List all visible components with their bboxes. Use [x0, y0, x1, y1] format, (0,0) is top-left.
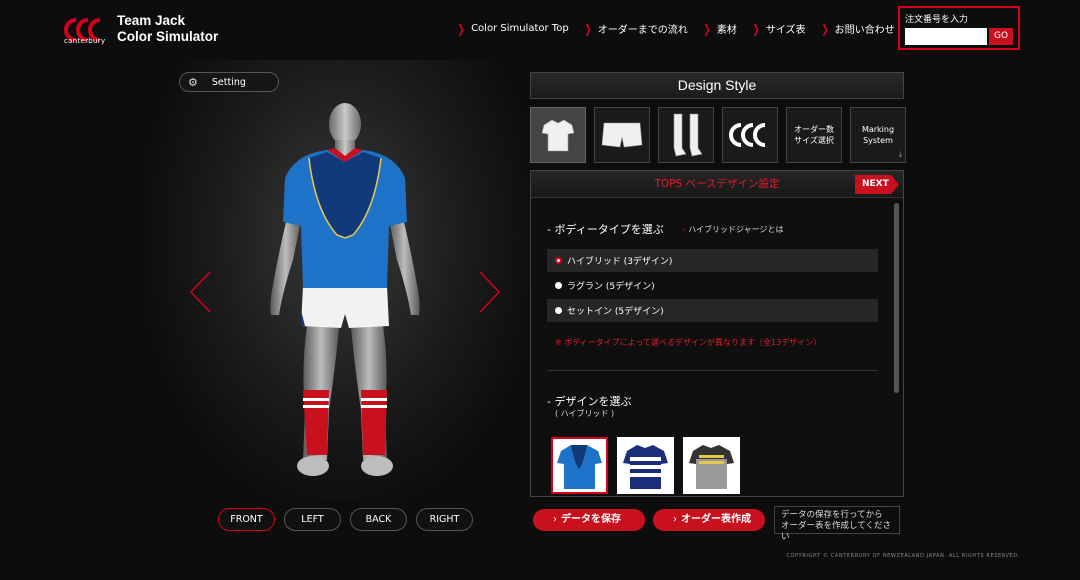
tile-logo[interactable]: [722, 107, 778, 163]
app-title-line2: Color Simulator: [117, 29, 219, 44]
order-number-input[interactable]: [905, 28, 987, 45]
save-note-text: データの保存を行ってから オーダー表を作成してください: [781, 510, 891, 542]
player-model-preview: [270, 103, 420, 476]
create-order-label: オーダー表作成: [681, 514, 751, 525]
player-right-arm: [389, 210, 420, 315]
canterbury-logo-icon: [729, 123, 766, 147]
shirt-icon: [541, 119, 575, 152]
gear-icon: ⚙: [188, 75, 198, 89]
player-left-sock-stripe: [303, 398, 329, 401]
option-set-in[interactable]: セットイン (5デザイン): [547, 299, 878, 322]
shorts-icon: [601, 122, 643, 148]
nav-color-simulator-top[interactable]: ❯ Color Simulator Top: [456, 21, 569, 36]
top-nav: ❯ Color Simulator Top ❯ オーダーまでの流れ ❯ 素材 ❯ サイズ…: [456, 21, 909, 37]
app-title: Team Jack Color Simulator: [117, 13, 218, 45]
brand-name: canterbury: [64, 37, 106, 45]
chevron-right-icon: ›: [553, 514, 557, 525]
body-type-note: ※ ボディータイプによって選べるデザインが異なります（全13デザイン）: [555, 338, 822, 347]
chevron-right-icon: ❯: [821, 21, 829, 36]
tile-marking-label: Marking System: [861, 125, 895, 145]
chevron-right-icon: ❯: [457, 21, 465, 36]
option-hybrid[interactable]: ハイブリッド (3デザイン): [547, 249, 878, 272]
section-divider: [547, 370, 878, 371]
view-back-button[interactable]: BACK: [350, 508, 407, 531]
category-tiles: オーダー数 サイズ選択 Marking System ⤓: [530, 107, 906, 163]
chevron-right-icon: ❯: [703, 21, 711, 36]
setting-button[interactable]: ⚙ Setting: [179, 72, 279, 92]
tile-marking-system[interactable]: Marking System ⤓: [850, 107, 906, 163]
order-number-label: 注文番号を入力: [905, 15, 969, 25]
option-label: セットイン (5デザイン): [567, 307, 664, 317]
nav-label: 素材: [716, 25, 737, 36]
player-head: [329, 103, 361, 145]
tile-shorts[interactable]: [594, 107, 650, 163]
chevron-right-icon: ❯: [752, 21, 760, 36]
jersey-design-2-icon: [623, 445, 668, 489]
chevron-right-icon: ❯: [584, 21, 592, 36]
player-left-arm: [270, 210, 301, 315]
nav-label: Color Simulator Top: [471, 23, 569, 34]
option-raglan[interactable]: ラグラン (5デザイン): [547, 274, 878, 297]
design-thumb-3[interactable]: [683, 437, 740, 494]
tile-tops[interactable]: [530, 107, 586, 163]
hybrid-jersey-link[interactable]: › ハイブリッドジャージとは: [682, 224, 783, 235]
nav-material[interactable]: ❯ 素材: [702, 21, 737, 37]
jersey-design-1-icon: [557, 445, 602, 489]
save-note: データの保存を行ってから オーダー表を作成してください: [774, 506, 900, 542]
chevron-right-icon: ›: [682, 225, 686, 234]
next-button[interactable]: NEXT: [855, 175, 899, 194]
panel-scrollbar[interactable]: [894, 203, 899, 393]
rotate-right-arrow-icon[interactable]: [478, 270, 502, 314]
design-thumbnails: [551, 437, 740, 494]
save-data-label: データを保存: [561, 514, 621, 525]
panel-title: TOPS ベースデザイン設定: [654, 178, 780, 190]
player-right-sock-stripe: [361, 398, 387, 401]
jersey-design-3-icon: [689, 445, 734, 489]
hybrid-jersey-link-label: ハイブリッドジャージとは: [688, 225, 784, 234]
go-button[interactable]: GO: [989, 28, 1013, 45]
socks-icon: [673, 113, 703, 157]
order-number-box: 注文番号を入力 GO: [898, 6, 1020, 50]
radio-selected-icon[interactable]: [555, 257, 562, 264]
player-right-sock-stripe: [361, 405, 387, 408]
copyright: COPYRIGHT © CANTERBURY OF NEWZEALAND JAP…: [786, 553, 1020, 559]
nav-label: サイズ表: [765, 25, 806, 36]
radio-icon[interactable]: [555, 282, 562, 289]
design-select-title: - デザインを選ぶ: [547, 395, 632, 408]
design-style-header: Design Style: [530, 72, 904, 99]
radio-icon[interactable]: [555, 307, 562, 314]
nav-size-chart[interactable]: ❯ サイズ表: [751, 21, 806, 37]
view-front-button[interactable]: FRONT: [218, 508, 275, 531]
rotate-left-arrow-icon[interactable]: [188, 270, 212, 314]
tops-design-panel: TOPS ベースデザイン設定 NEXT - ボディータイプを選ぶ › ハイブリッド…: [530, 170, 904, 497]
panel-header: TOPS ベースデザイン設定 NEXT: [531, 171, 903, 198]
design-thumb-1[interactable]: [551, 437, 608, 494]
design-thumb-2[interactable]: [617, 437, 674, 494]
app-title-line1: Team Jack: [117, 13, 186, 28]
save-data-button[interactable]: › データを保存: [533, 509, 645, 531]
option-label: ハイブリッド (3デザイン): [567, 257, 673, 267]
create-order-sheet-button[interactable]: › オーダー表作成: [653, 509, 765, 531]
player-right-boot: [361, 456, 393, 476]
player-shorts: [301, 286, 389, 328]
view-left-button[interactable]: LEFT: [284, 508, 341, 531]
player-left-boot: [297, 456, 329, 476]
option-label: ラグラン (5デザイン): [567, 282, 655, 292]
design-subtitle: ( ハイブリッド ): [555, 409, 615, 418]
chevron-right-icon: ›: [673, 514, 677, 525]
view-buttons: FRONT LEFT BACK RIGHT: [218, 508, 473, 531]
tile-order-size-label: オーダー数 サイズ選択: [794, 125, 834, 145]
body-type-title: - ボディータイプを選ぶ: [547, 223, 664, 236]
nav-label: オーダーまでの流れ: [597, 25, 688, 36]
view-right-button[interactable]: RIGHT: [416, 508, 473, 531]
nav-label: お問い合わせ: [834, 25, 895, 36]
tile-socks[interactable]: [658, 107, 714, 163]
tile-order-size[interactable]: オーダー数 サイズ選択: [786, 107, 842, 163]
nav-order-flow[interactable]: ❯ オーダーまでの流れ: [583, 21, 688, 37]
player-left-sock-stripe: [303, 405, 329, 408]
nav-contact[interactable]: ❯ お問い合わせ: [820, 21, 895, 37]
setting-label: Setting: [211, 76, 246, 88]
download-icon: ⤓: [898, 150, 902, 158]
